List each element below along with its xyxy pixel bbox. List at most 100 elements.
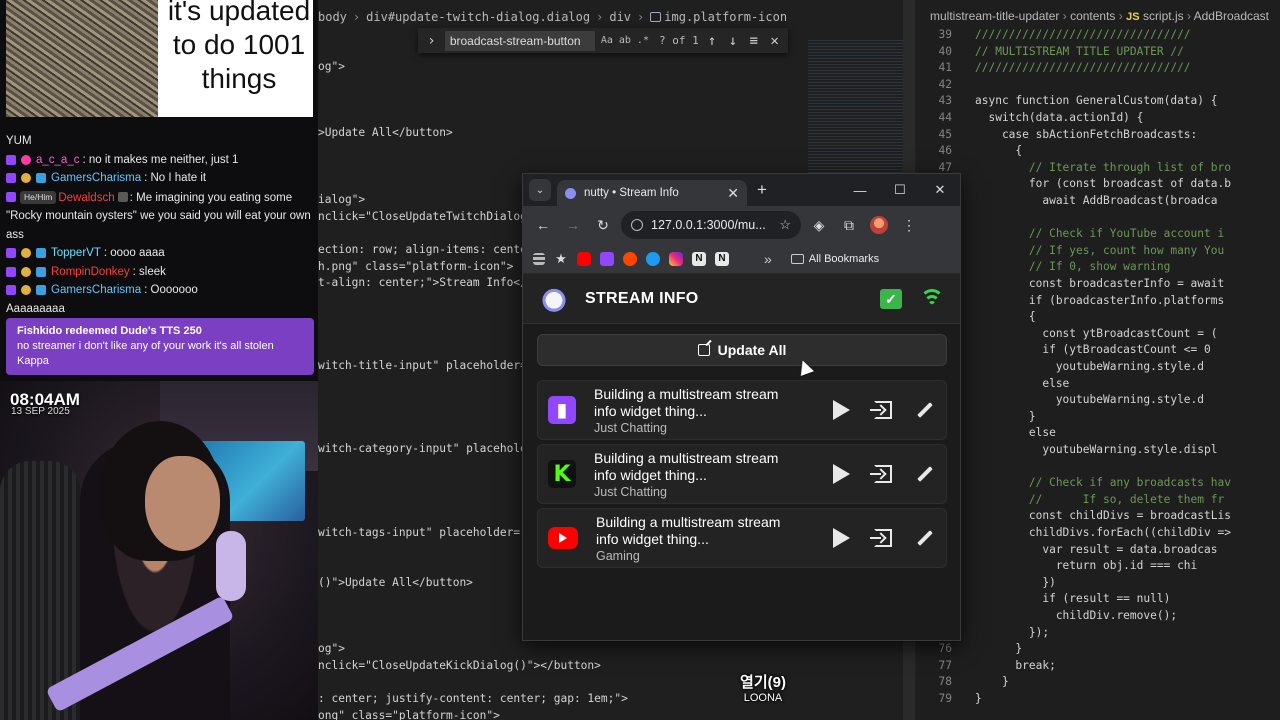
- breadcrumb-item[interactable]: AddBroadcast: [1194, 9, 1269, 23]
- chevron-right-icon: ›: [1118, 9, 1123, 23]
- menu-kebab-icon[interactable]: ⋮: [897, 213, 921, 237]
- forward-icon[interactable]: →: [561, 213, 585, 237]
- close-tab-icon[interactable]: ✕: [727, 185, 739, 202]
- code-line: {: [975, 144, 1023, 158]
- pencil-icon: [917, 466, 933, 482]
- login-button[interactable]: [870, 463, 894, 485]
- broadcast-row-kick: K Building a multistream stream info wid…: [537, 444, 947, 504]
- line-number: 44: [938, 111, 952, 124]
- site-info-icon[interactable]: [631, 219, 643, 231]
- match-case-toggle[interactable]: Aa: [601, 35, 613, 46]
- breadcrumb-item[interactable]: script.js: [1143, 9, 1184, 23]
- line-number: 40: [938, 44, 952, 58]
- app-logo-icon: [539, 285, 569, 312]
- meme-photo: [6, 0, 158, 117]
- redeem-user: Fishkido redeemed: [17, 325, 118, 337]
- code-line: // Check if any broadcasts hav: [975, 476, 1231, 490]
- previous-match-icon[interactable]: ↑: [705, 33, 720, 49]
- code-line: }: [975, 409, 1036, 423]
- new-tab-icon[interactable]: +: [757, 180, 767, 200]
- more-bookmarks-icon[interactable]: »: [764, 251, 772, 267]
- instagram-icon[interactable]: [669, 251, 683, 266]
- maximize-icon[interactable]: ☐: [880, 174, 920, 206]
- line-number: 77: [938, 658, 952, 672]
- breadcrumb-item[interactable]: div#update-twitch-dialog.dialog: [366, 10, 590, 24]
- url-text: 127.0.0.1:3000/mu...: [651, 218, 766, 232]
- regex-toggle[interactable]: .*: [637, 35, 649, 46]
- sub-badge-icon: [6, 248, 16, 258]
- apps-grid-icon[interactable]: [533, 252, 545, 265]
- code-line: }: [975, 692, 982, 705]
- address-bar[interactable]: 127.0.0.1:3000/mu... ☆: [621, 211, 801, 239]
- chat-username[interactable]: RompinDonkey: [51, 263, 130, 282]
- tab-stream-info[interactable]: nutty • Stream Info ✕: [557, 180, 747, 206]
- code-line: witch-title-input" placeholder=": [318, 359, 534, 372]
- twitch-icon[interactable]: [600, 251, 614, 266]
- sub-badge-icon: [6, 266, 16, 277]
- extension-icon[interactable]: ◈: [807, 213, 831, 237]
- extensions-puzzle-icon[interactable]: ⧉: [837, 213, 861, 237]
- wifi-connected-icon[interactable]: [920, 288, 944, 309]
- code-line: og">: [318, 60, 345, 73]
- update-all-button[interactable]: Update All: [537, 334, 947, 366]
- line-number: 76: [938, 642, 952, 656]
- emote-icon: [117, 191, 128, 202]
- line-number: 79: [938, 692, 952, 705]
- line-number: 41: [938, 61, 952, 75]
- breadcrumb-item[interactable]: contents: [1070, 9, 1115, 23]
- login-button[interactable]: [870, 527, 894, 549]
- chat-text: : sleek: [132, 265, 166, 278]
- edit-button[interactable]: [914, 399, 936, 421]
- notion-icon[interactable]: N: [692, 251, 706, 266]
- chat-username[interactable]: GamersCharisma: [51, 169, 141, 188]
- all-bookmarks-folder[interactable]: All Bookmarks: [790, 253, 879, 265]
- youtube-icon[interactable]: [577, 251, 591, 266]
- check-status-icon[interactable]: ✓: [880, 288, 902, 309]
- js-code-pane[interactable]: multistream-title-updater › contents › J…: [918, 0, 1280, 720]
- back-icon[interactable]: ←: [531, 213, 555, 237]
- chevron-right-icon: ›: [637, 10, 645, 24]
- toggle-replace-icon[interactable]: ›: [424, 33, 439, 49]
- breadcrumb-item[interactable]: div: [609, 10, 631, 24]
- meme-image: it's updated to do 1001 things: [6, 0, 313, 117]
- breadcrumb-item[interactable]: img.platform-icon: [650, 10, 787, 24]
- broadcast-title-line: Building a multistream stream: [594, 385, 779, 402]
- tab-search-icon[interactable]: ⌄: [529, 179, 551, 201]
- star-icon[interactable]: ★: [554, 251, 568, 267]
- broadcast-title-line: info widget thing...: [594, 466, 707, 483]
- reload-icon[interactable]: ↻: [591, 213, 615, 237]
- chat-text: Aaaaaaaaa: [6, 302, 65, 315]
- profile-avatar[interactable]: [867, 213, 891, 237]
- play-button[interactable]: [830, 463, 852, 485]
- chat-username[interactable]: GamersCharisma: [51, 281, 141, 300]
- code-line: }: [975, 675, 1009, 689]
- code-line: // If yes, count how many You: [975, 243, 1225, 257]
- reddit-icon[interactable]: [623, 251, 637, 266]
- code-line: ialog">: [318, 193, 366, 206]
- microphone: [216, 531, 246, 601]
- next-match-icon[interactable]: ↓: [726, 33, 741, 49]
- whole-word-toggle[interactable]: ab: [619, 35, 631, 46]
- login-button[interactable]: [870, 399, 894, 421]
- edit-button[interactable]: [914, 527, 936, 549]
- breadcrumb-item[interactable]: body: [318, 10, 347, 24]
- window-controls: — ☐ ✕: [840, 174, 960, 206]
- chat-username[interactable]: Dewaldsch: [58, 192, 114, 204]
- breadcrumb-item[interactable]: multistream-title-updater: [930, 9, 1059, 23]
- find-in-selection-icon[interactable]: ≡: [746, 33, 761, 49]
- bookmark-star-icon[interactable]: ☆: [779, 217, 791, 233]
- edit-button[interactable]: [914, 463, 936, 485]
- close-window-icon[interactable]: ✕: [920, 174, 960, 206]
- twitter-icon[interactable]: [646, 251, 660, 266]
- play-button[interactable]: [830, 399, 852, 421]
- play-button[interactable]: [830, 527, 852, 549]
- chat-username[interactable]: TopperVT: [51, 244, 101, 263]
- chat-username[interactable]: a_c_a_c: [36, 151, 79, 170]
- notion-icon[interactable]: N: [715, 251, 729, 266]
- code-line: var result = data.broadcas: [975, 542, 1218, 556]
- code-line: const broadcasterInfo = await: [975, 277, 1225, 290]
- broadcast-title-line: Building a multistream stream: [596, 513, 781, 530]
- close-icon[interactable]: ✕: [767, 33, 782, 49]
- find-input[interactable]: [444, 30, 595, 51]
- minimize-icon[interactable]: —: [840, 174, 880, 206]
